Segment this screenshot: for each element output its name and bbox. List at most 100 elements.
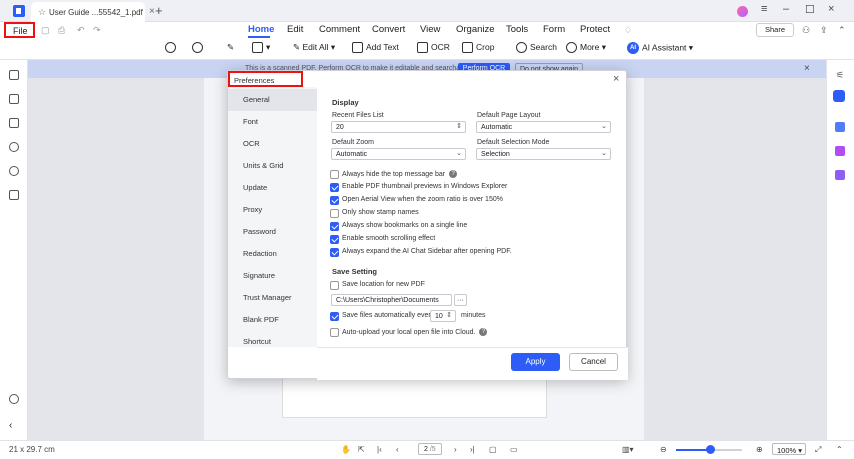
nav-redaction[interactable]: Redaction (228, 243, 317, 265)
edit-all-button[interactable]: ✎ Edit All ▾ (293, 42, 335, 53)
avatar[interactable] (737, 6, 748, 17)
nav-units-grid[interactable]: Units & Grid (228, 155, 317, 177)
tab-home[interactable]: Home (248, 24, 274, 35)
share-button[interactable]: Share (756, 23, 794, 37)
autoupload-checkbox[interactable] (330, 328, 339, 337)
nav-proxy[interactable]: Proxy (228, 199, 317, 221)
menu-icon[interactable]: ≡ (761, 3, 767, 15)
chevron-left-icon[interactable]: ‹ (9, 420, 19, 431)
stepper-arrows-icon[interactable]: ⇕ (456, 122, 462, 130)
tab-edit[interactable]: Edit (287, 24, 303, 35)
highlight-icon[interactable]: ✎ (227, 42, 234, 53)
zoom-slider-handle[interactable] (706, 445, 715, 454)
bookmark-icon[interactable] (9, 94, 19, 104)
nav-password[interactable]: Password (228, 221, 317, 243)
search-icon[interactable] (9, 166, 19, 176)
default-zoom-select[interactable]: Automatic ⌄ (331, 148, 466, 160)
more-button[interactable]: More ▾ (566, 42, 606, 54)
nav-font[interactable]: Font (228, 111, 317, 133)
print-icon[interactable]: ⎙ (58, 25, 65, 36)
help-icon[interactable] (9, 394, 19, 404)
nav-update[interactable]: Update (228, 177, 317, 199)
fit-width-icon[interactable]: ▢ (489, 445, 497, 454)
nav-ocr[interactable]: OCR (228, 133, 317, 155)
layout-icon[interactable]: ▥▾ (622, 445, 634, 454)
shape-tool[interactable]: ▾ (252, 42, 270, 54)
save-location-path[interactable]: C:\Users\Christopher\Documents (331, 294, 452, 306)
browse-button[interactable]: ··· (454, 294, 467, 306)
zoom-level-select[interactable]: 100% ▾ (772, 443, 806, 455)
fit-icon[interactable]: ⤢ (815, 445, 821, 455)
apply-button[interactable]: Apply (511, 353, 560, 371)
option-checkbox[interactable] (330, 248, 339, 257)
comment-icon[interactable] (9, 118, 19, 128)
option-checkbox[interactable] (330, 222, 339, 231)
undo-icon[interactable]: ↶ (77, 25, 85, 36)
option-checkbox[interactable] (330, 196, 339, 205)
file-menu[interactable]: File (4, 22, 35, 38)
close-banner-icon[interactable]: × (804, 63, 810, 74)
save-location-checkbox[interactable] (330, 281, 339, 290)
ocr-button[interactable]: OCR (417, 42, 450, 54)
expand-icon[interactable]: ⌃ (836, 445, 843, 454)
add-text-button[interactable]: Add Text (352, 42, 399, 54)
tab-protect[interactable]: Protect (580, 24, 610, 35)
layers-icon[interactable] (9, 190, 19, 200)
cancel-button[interactable]: Cancel (569, 353, 618, 371)
save-icon[interactable]: ▢ (41, 25, 50, 36)
first-page-icon[interactable]: |‹ (377, 445, 382, 454)
close-window-icon[interactable]: × (828, 3, 834, 15)
tab-convert[interactable]: Convert (372, 24, 405, 35)
help-icon[interactable]: ? (449, 170, 458, 178)
zoom-out-icon[interactable] (165, 42, 179, 54)
zoom-in-icon[interactable]: ⊕ (756, 445, 763, 454)
translate-icon[interactable] (835, 122, 845, 132)
document-tab[interactable]: ☆ User Guide ...55542_1.pdf × (31, 2, 155, 22)
search-button[interactable]: Search (516, 42, 557, 54)
ai-sidebar-icon[interactable] (833, 90, 845, 102)
settings-sliders-icon[interactable]: ⚟ (836, 70, 844, 81)
new-tab-icon[interactable]: + (155, 3, 163, 18)
zoom-in-icon[interactable] (192, 42, 206, 54)
select-tool-icon[interactable]: ⇱ (358, 445, 365, 454)
option-checkbox[interactable] (330, 183, 339, 192)
page-icon[interactable] (9, 70, 19, 80)
default-layout-select[interactable]: Automatic ⌄ (476, 121, 611, 133)
minimize-icon[interactable]: – (783, 3, 789, 15)
redo-icon[interactable]: ↷ (93, 25, 101, 36)
upload-icon[interactable]: ⇪ (820, 25, 828, 36)
collapse-icon[interactable]: ⌃ (838, 25, 846, 36)
option-checkbox[interactable] (330, 170, 339, 179)
autosave-checkbox[interactable] (330, 312, 339, 321)
zoom-out-icon[interactable]: ⊖ (660, 445, 667, 454)
option-checkbox[interactable] (330, 235, 339, 244)
nav-signature[interactable]: Signature (228, 265, 317, 287)
lightbulb-icon[interactable]: ♢ (624, 25, 632, 36)
last-page-icon[interactable]: ›| (470, 445, 475, 454)
page-number-input[interactable]: 2 /5 (418, 443, 442, 455)
option-checkbox[interactable] (330, 209, 339, 218)
selection-mode-select[interactable]: Selection ⌄ (476, 148, 611, 160)
tab-form[interactable]: Form (543, 24, 565, 35)
tab-organize[interactable]: Organize (456, 24, 495, 35)
stepper-arrows-icon[interactable]: ⇕ (446, 311, 452, 319)
crop-button[interactable]: Crop (462, 42, 494, 54)
autosave-interval-stepper[interactable]: 10 ⇕ (430, 310, 456, 322)
ai-tool-icon[interactable] (835, 146, 845, 156)
prev-page-icon[interactable]: ‹ (396, 445, 399, 454)
hand-tool-icon[interactable]: ✋ (341, 445, 351, 454)
ai-write-icon[interactable] (835, 170, 845, 180)
nav-shortcut[interactable]: Shortcut (228, 331, 317, 347)
close-dialog-icon[interactable]: × (613, 73, 619, 85)
nav-general[interactable]: General (228, 89, 317, 111)
tab-view[interactable]: View (420, 24, 440, 35)
ai-assistant-button[interactable]: AI AI Assistant ▾ (627, 42, 693, 54)
next-page-icon[interactable]: › (454, 445, 457, 454)
recent-files-stepper[interactable]: 20 ⇕ (331, 121, 466, 133)
attachment-icon[interactable] (9, 142, 19, 152)
help-icon[interactable]: ? (479, 328, 488, 336)
account-icon[interactable]: ⚇ (802, 25, 810, 36)
maximize-icon[interactable]: ☐ (805, 3, 815, 16)
close-tab-icon[interactable]: × (149, 6, 155, 17)
tab-comment[interactable]: Comment (319, 24, 360, 35)
